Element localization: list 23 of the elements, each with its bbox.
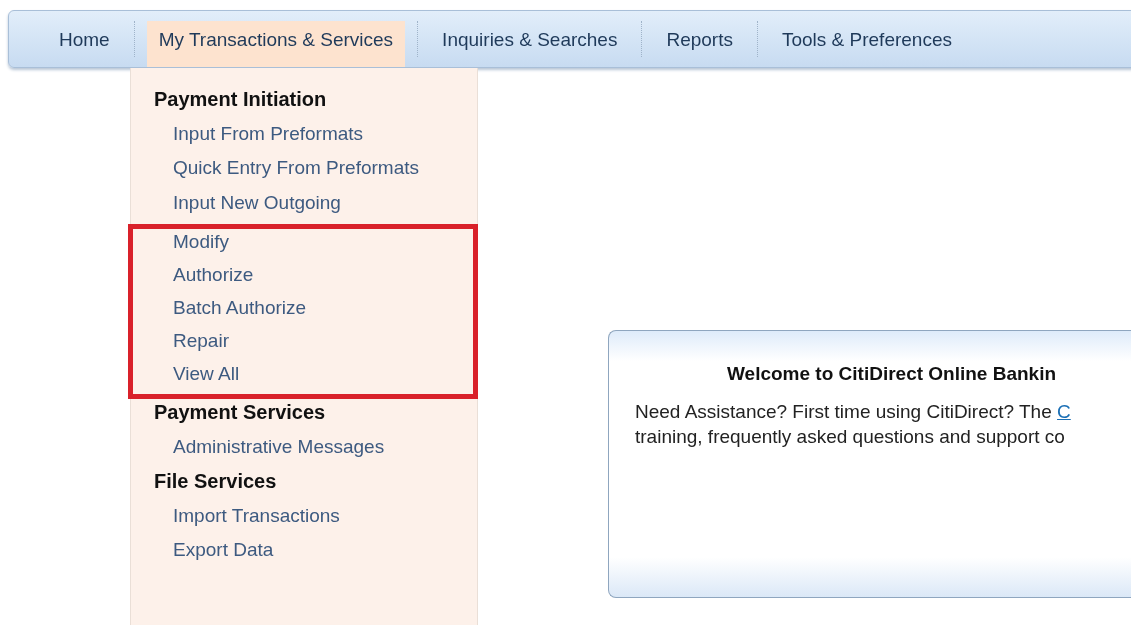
menu-item[interactable]: Input New Outgoing <box>173 191 341 213</box>
welcome-text: Need Assistance? First time using CitiDirect? The C <box>635 400 1072 424</box>
menu-item[interactable]: View All <box>173 363 240 384</box>
help-link[interactable]: C <box>1057 401 1071 422</box>
nav-tab[interactable]: Inquiries & Searches <box>430 21 630 67</box>
menu-item[interactable]: Import Transactions <box>173 504 340 526</box>
menu-item[interactable]: Export Data <box>173 539 274 560</box>
menu-section-heading: Payment Initiation <box>153 87 328 112</box>
menu-item[interactable]: Batch Authorize <box>173 297 307 318</box>
nav-tab[interactable]: Home <box>47 21 122 67</box>
menu-item[interactable]: Repair <box>173 330 229 351</box>
menu-item[interactable]: Input From Preformats <box>173 122 364 144</box>
nav-tab[interactable]: Tools & Preferences <box>769 21 964 67</box>
menu-section-heading: File Services <box>153 469 278 494</box>
nav-tab[interactable]: My Transactions & Services <box>146 21 406 67</box>
welcome-title: Welcome to CitiDirect Online Bankin <box>727 363 1058 385</box>
nav-tab[interactable]: Reports <box>654 21 745 67</box>
menu-section-heading: Payment Services <box>153 400 327 425</box>
menu-item[interactable]: Authorize <box>173 264 254 285</box>
menu-item[interactable]: Modify <box>173 231 229 252</box>
welcome-text: training, frequently asked questions and support co <box>635 425 1066 449</box>
menu-item[interactable]: Quick Entry From Preformats <box>173 157 419 178</box>
menu-item[interactable]: Administrative Messages <box>173 435 385 457</box>
